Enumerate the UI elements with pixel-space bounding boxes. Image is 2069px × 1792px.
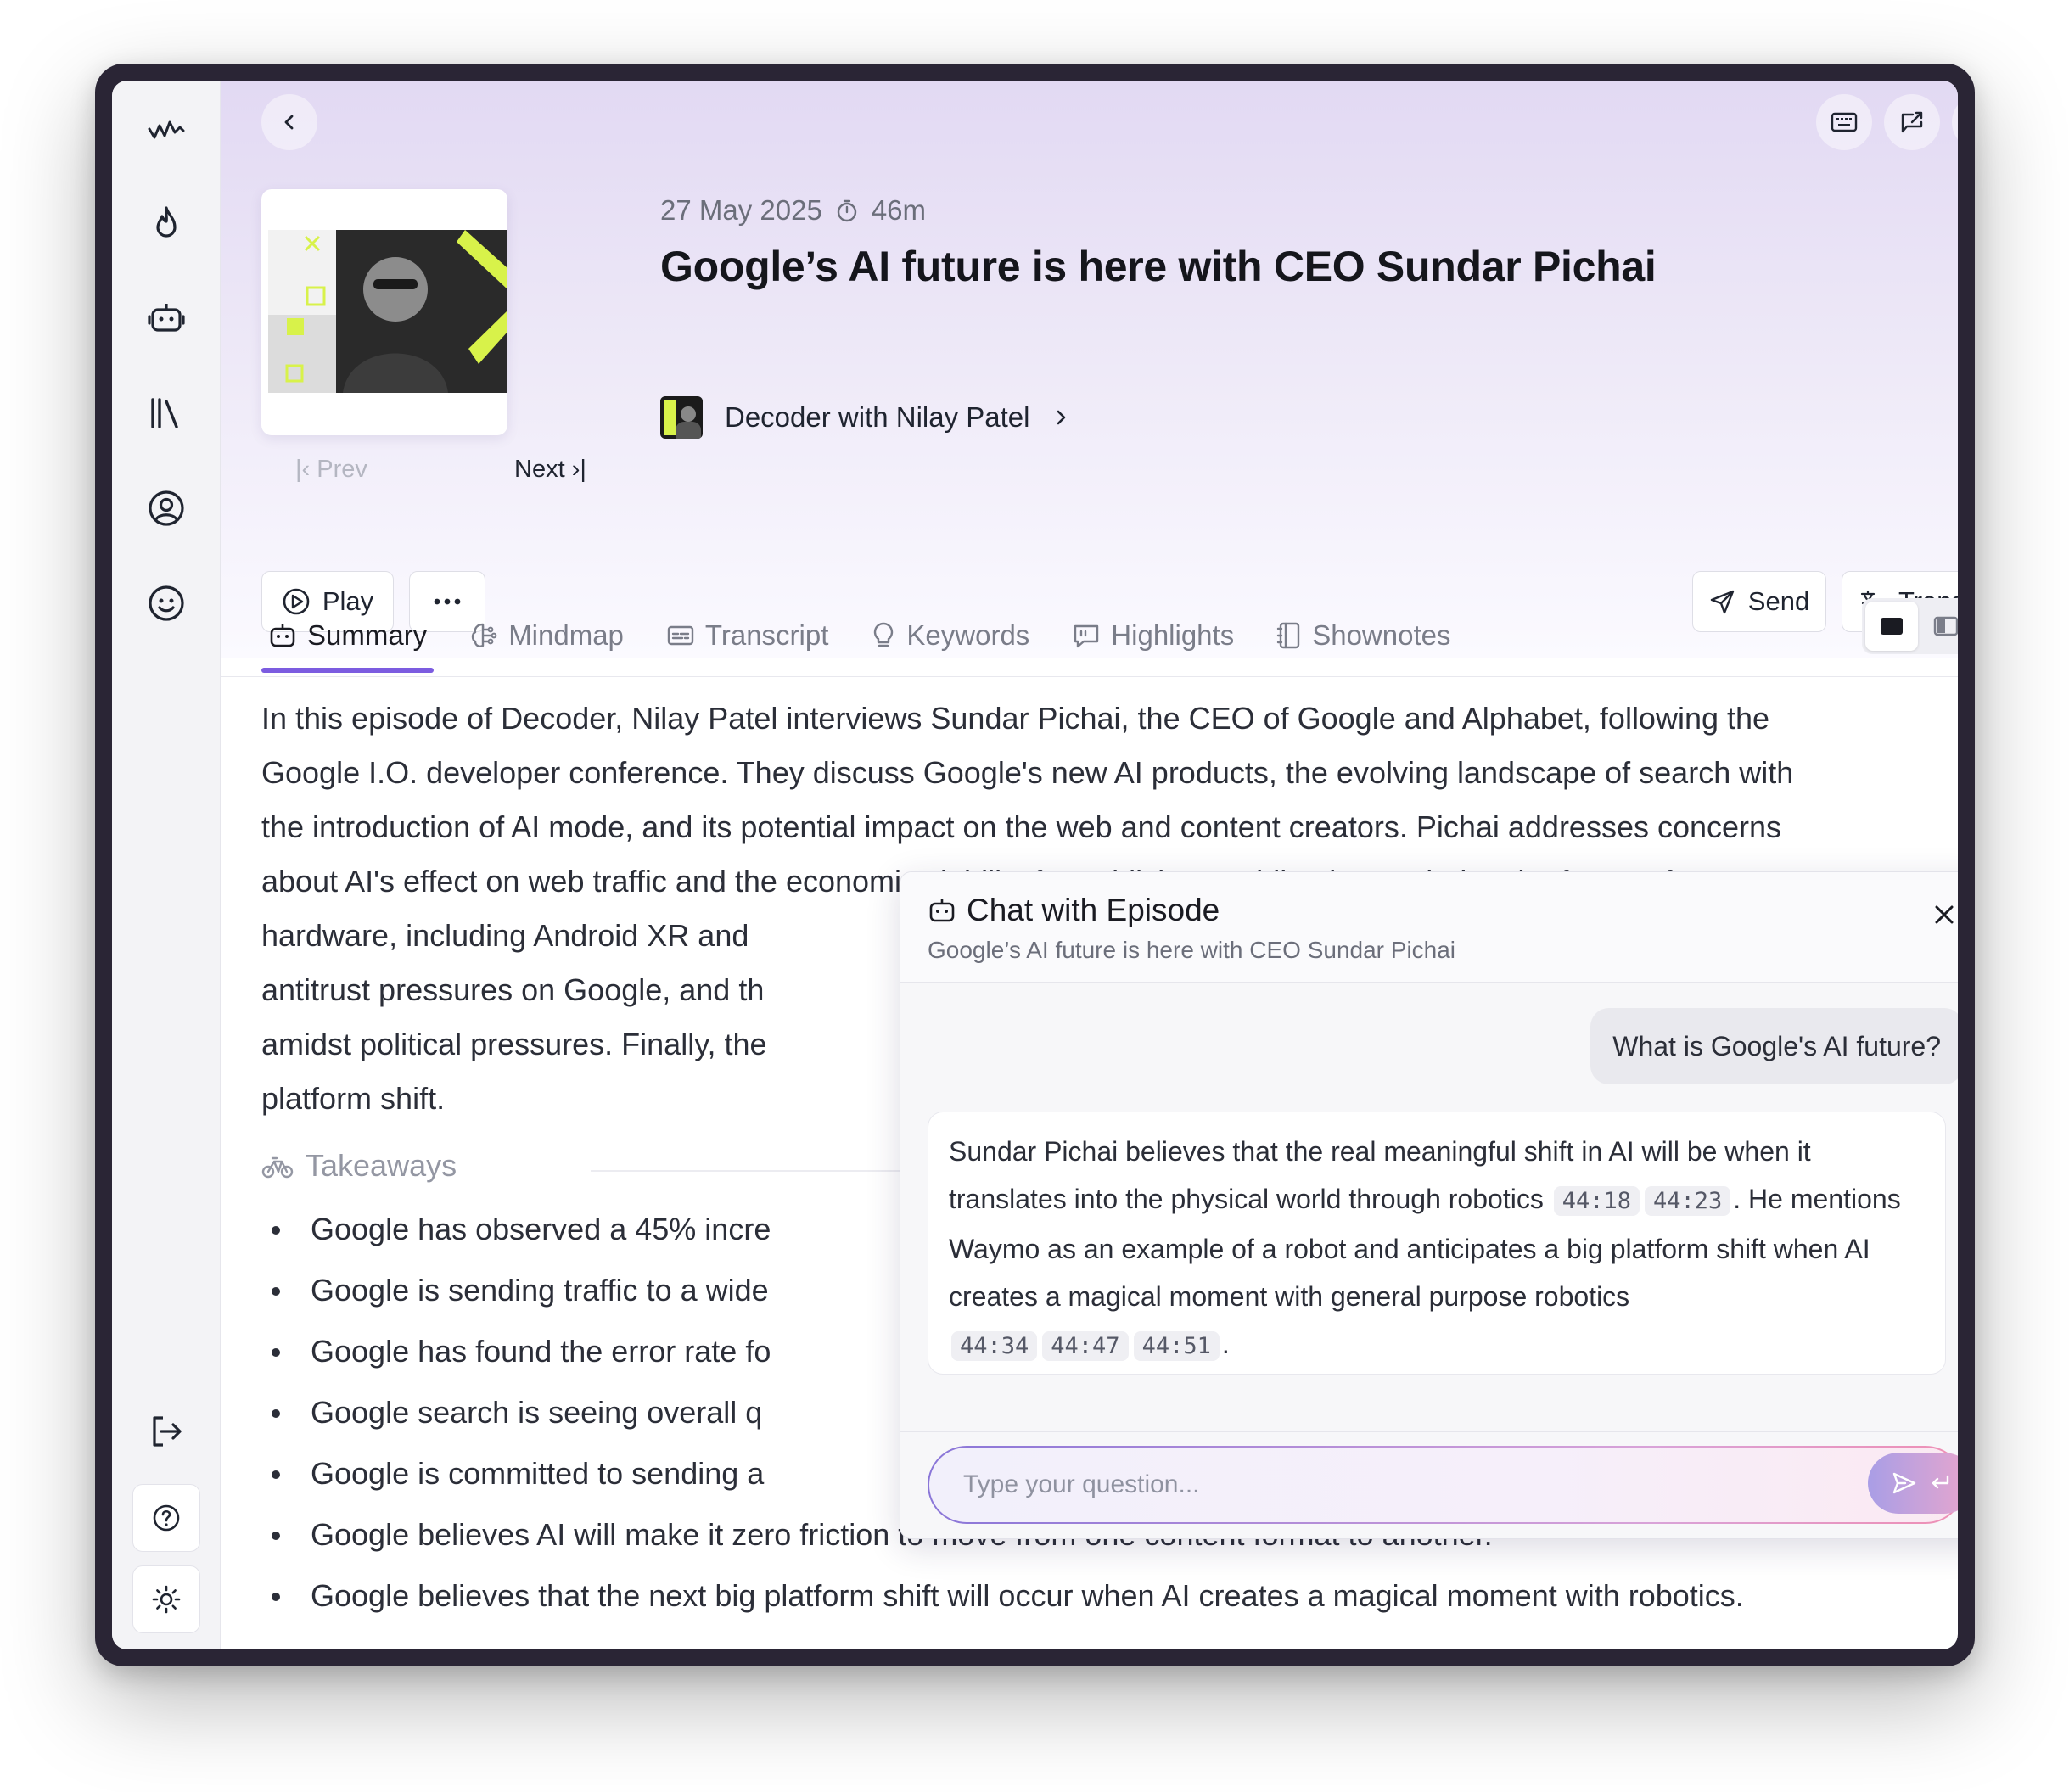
enter-key-icon <box>1932 1475 1949 1489</box>
lightbulb-icon <box>874 622 894 647</box>
single-pane-icon <box>1881 618 1903 635</box>
robot-icon <box>270 624 295 647</box>
tab-label: Transcript <box>704 619 829 651</box>
close-icon <box>1935 905 1954 924</box>
send-question-button[interactable] <box>1868 1453 1958 1514</box>
skip-forward-icon: ›| <box>564 456 586 483</box>
tab-transcript[interactable]: Transcript <box>659 605 835 666</box>
share-button[interactable] <box>1884 94 1940 150</box>
tab-highlights[interactable]: Highlights <box>1065 605 1241 666</box>
takeaways-label: Takeaways <box>306 1148 457 1183</box>
chat-subtitle: Google’s AI future is here with CEO Sund… <box>928 937 1456 963</box>
episode-meta: 27 May 2025 46m <box>660 194 926 227</box>
notebook-icon <box>1277 622 1300 649</box>
takeaways-heading: Takeaways <box>261 1148 457 1184</box>
prev-label: Prev <box>317 456 367 483</box>
chat-input-frame <box>928 1446 1958 1524</box>
chevron-right-icon <box>1057 410 1065 425</box>
send-arrow-icon <box>1892 1472 1916 1494</box>
help-icon <box>153 1504 180 1532</box>
logo-icon[interactable] <box>141 104 192 155</box>
layout-view-toggle <box>1862 598 1958 654</box>
profile-icon[interactable] <box>141 483 192 534</box>
tab-label: Highlights <box>1111 619 1235 651</box>
sidebar <box>112 81 221 1649</box>
chat-input-area <box>900 1431 1958 1538</box>
tabs-divider <box>221 676 1958 677</box>
robot-icon[interactable] <box>141 293 192 344</box>
split-pane-icon <box>1933 616 1958 636</box>
chat-panel: Chat with Episode Google’s AI future is … <box>900 871 1958 1539</box>
app-window: 27 May 2025 46m Google’s AI future is he… <box>95 64 1975 1666</box>
episode-date: 27 May 2025 <box>660 194 822 226</box>
skip-back-icon: |‹ <box>295 456 317 483</box>
summary-line: the introduction of AI mode, and its pot… <box>261 809 1782 844</box>
send-button[interactable]: Send <box>1692 571 1826 632</box>
episode-cover-image <box>261 189 507 435</box>
keyboard-shortcuts-button[interactable] <box>1816 94 1872 150</box>
layout-single-button[interactable] <box>1865 602 1918 651</box>
chevron-left-icon <box>284 115 294 130</box>
theme-toggle-button[interactable] <box>132 1565 200 1633</box>
screen: 27 May 2025 46m Google’s AI future is he… <box>112 81 1958 1649</box>
prev-episode-button[interactable]: |‹ Prev <box>295 456 367 484</box>
chat-title: Chat with Episode <box>928 893 1220 928</box>
tab-label: Keywords <box>906 619 1030 651</box>
tab-label: Summary <box>307 619 428 651</box>
captions-icon <box>667 625 694 646</box>
stopwatch-icon <box>837 199 857 222</box>
tab-mindmap[interactable]: Mindmap <box>463 605 631 666</box>
bicycle-icon <box>261 1156 294 1179</box>
podcast-name: Decoder with Nilay Patel <box>725 401 1030 433</box>
smile-face-icon[interactable] <box>141 578 192 629</box>
answer-text: . <box>1221 1329 1230 1359</box>
timestamp-chip[interactable]: 44:47 <box>1042 1331 1129 1361</box>
main-content: 27 May 2025 46m Google’s AI future is he… <box>221 81 1958 1649</box>
assistant-answer-bubble: Sundar Pichai believes that the real mea… <box>928 1112 1946 1375</box>
episode-duration: 46m <box>871 194 927 226</box>
chat-question-input[interactable] <box>929 1448 1958 1522</box>
paper-plane-icon <box>1710 590 1734 614</box>
content-tabs: Summary Mindmap Transcript Keywords High… <box>261 605 1458 673</box>
next-episode-button[interactable]: Next ›| <box>514 456 586 484</box>
close-chat-button[interactable] <box>1924 894 1958 935</box>
help-button[interactable] <box>132 1484 200 1552</box>
back-button[interactable] <box>261 94 317 150</box>
list-item: Google believes that the next big platfo… <box>261 1565 1958 1627</box>
timestamp-chip[interactable]: 44:34 <box>951 1331 1038 1361</box>
timestamp-chip[interactable]: 44:51 <box>1133 1331 1220 1361</box>
robot-icon <box>929 899 955 922</box>
chat-title-text: Chat with Episode <box>967 893 1220 927</box>
timestamp-chip[interactable]: 44:23 <box>1644 1186 1731 1216</box>
tab-keywords[interactable]: Keywords <box>864 605 1036 666</box>
podcast-link[interactable]: Decoder with Nilay Patel <box>660 396 1069 439</box>
logout-icon[interactable] <box>141 1406 192 1457</box>
user-question-bubble: What is Google's AI future? <box>1590 1008 1958 1084</box>
quote-icon <box>1074 624 1099 648</box>
library-icon[interactable] <box>141 388 192 439</box>
brain-icon <box>471 623 497 647</box>
tab-label: Mindmap <box>508 619 624 651</box>
tab-label: Shownotes <box>1312 619 1451 651</box>
episode-title: Google’s AI future is here with CEO Sund… <box>660 243 1657 290</box>
flame-icon[interactable] <box>141 198 192 249</box>
tab-summary[interactable]: Summary <box>261 605 435 673</box>
layout-split-button[interactable] <box>1920 602 1958 651</box>
chat-header: Chat with Episode Google’s AI future is … <box>900 872 1958 983</box>
keyboard-icon <box>1831 112 1858 132</box>
summary-line: Google I.O. developer conference. They d… <box>261 755 1794 790</box>
tab-shownotes[interactable]: Shownotes <box>1270 605 1457 666</box>
share-icon <box>1901 111 1923 133</box>
send-label: Send <box>1747 586 1810 616</box>
summary-line: In this episode of Decoder, Nilay Patel … <box>261 701 1770 736</box>
podcast-thumbnail <box>660 396 703 439</box>
next-label: Next <box>514 456 565 483</box>
timestamp-chip[interactable]: 44:18 <box>1553 1186 1640 1216</box>
sun-icon <box>152 1585 181 1614</box>
